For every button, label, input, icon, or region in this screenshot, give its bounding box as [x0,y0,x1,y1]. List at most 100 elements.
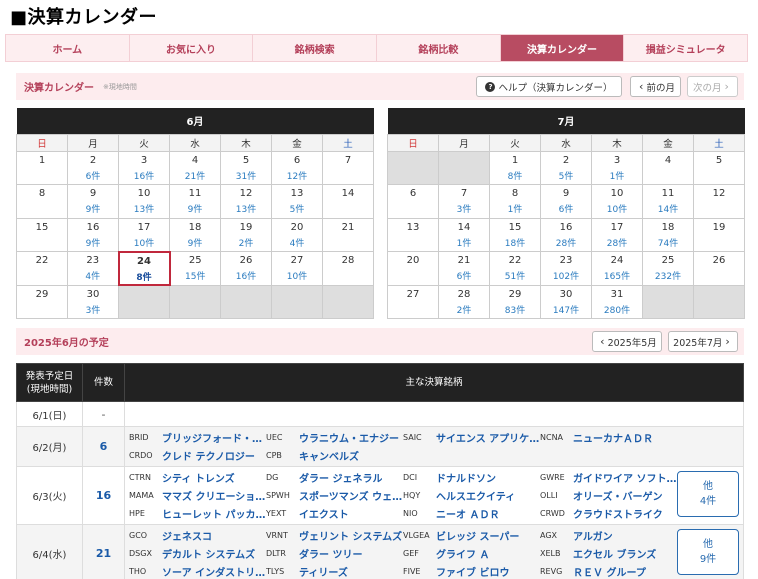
earnings-count-link[interactable]: 1件 [439,236,489,249]
calendar-day-cell[interactable]: 23 102件 [540,251,592,286]
calendar-day-cell[interactable]: 9 6件 [540,184,592,219]
earnings-count-link[interactable]: 13件 [119,202,169,215]
calendar-day-cell[interactable]: 16 9件 [67,217,119,252]
calendar-day-cell[interactable]: 25 15件 [169,251,221,286]
calendar-day-cell[interactable]: 13 5件 [271,184,323,219]
stock-item[interactable]: TLYS ティリーズ [266,564,403,579]
schedule-count[interactable]: 16 [82,466,125,525]
earnings-count-link[interactable]: 15件 [171,269,221,282]
stock-name-link[interactable]: ファイブ ビロウ [436,564,509,579]
earnings-count-link[interactable]: 3件 [68,303,118,316]
prev-schedule-month-button[interactable]: ‹ 2025年5月 [592,331,662,352]
earnings-count-link[interactable]: 147件 [541,303,591,316]
stock-item[interactable]: GEF グライフ Ａ [403,546,540,561]
stock-item[interactable]: MAMA ママズ クリエーションズ [129,488,266,503]
earnings-count-link[interactable]: 5件 [541,169,591,182]
calendar-day-cell[interactable]: 24 165件 [591,251,643,286]
next-month-button[interactable]: 次の月 › [687,76,738,97]
earnings-count-link[interactable]: 10件 [592,202,642,215]
calendar-day-cell[interactable]: 14 1件 [438,217,490,252]
earnings-count-link[interactable]: 16件 [221,269,271,282]
earnings-count-link[interactable]: 28件 [541,236,591,249]
earnings-count-link[interactable]: 1件 [592,169,642,182]
stock-item[interactable]: YEXT イエクスト [266,506,403,521]
stock-name-link[interactable]: オリーズ・バーゲン [573,488,663,503]
earnings-count-link[interactable]: 4件 [272,236,322,249]
calendar-day-cell[interactable]: 3 16件 [118,150,170,185]
earnings-count-link[interactable]: 10件 [119,236,169,249]
earnings-count-link[interactable]: 51件 [490,269,540,282]
stock-item[interactable]: DG ダラー ジェネラル [266,470,403,485]
calendar-day-cell[interactable]: 31 280件 [591,284,643,319]
earnings-count-link[interactable]: 16件 [119,169,169,182]
stock-name-link[interactable]: グライフ Ａ [436,546,489,561]
calendar-day-cell[interactable]: 16 28件 [540,217,592,252]
calendar-day-cell[interactable]: 11 9件 [169,184,221,219]
earnings-count-link[interactable]: 6件 [68,169,118,182]
stock-item[interactable]: REVG ＲＥＶ グループ [540,564,677,579]
calendar-day-cell[interactable]: 7 3件 [438,184,490,219]
earnings-count-link[interactable]: 9件 [170,202,220,215]
stock-item[interactable]: HQY ヘルスエクイティ [403,488,540,503]
calendar-day-cell[interactable]: 30 3件 [67,284,119,319]
nav-item-4[interactable]: 決算カレンダー [500,35,625,61]
stock-name-link[interactable]: ガイドワイア ソフトウェア [573,470,677,485]
nav-item-1[interactable]: お気に入り [130,35,254,61]
stock-name-link[interactable]: ヴェリント システムズ [299,528,402,543]
stock-name-link[interactable]: ヒューレット パッカード [162,506,266,521]
calendar-day-cell[interactable]: 23 4件 [67,251,119,286]
stock-item[interactable]: GCO ジェネスコ [129,528,266,543]
calendar-day-cell[interactable]: 17 28件 [591,217,643,252]
earnings-count-link[interactable]: 102件 [541,269,591,282]
stock-name-link[interactable]: サイエンス アプリケーションズ [436,430,540,445]
earnings-count-link[interactable]: 21件 [170,169,220,182]
stock-name-link[interactable]: ダラー ツリー [299,546,362,561]
earnings-count-link[interactable]: 165件 [592,269,642,282]
stock-name-link[interactable]: エクセル ブランズ [573,546,656,561]
stock-name-link[interactable]: クレド テクノロジー [162,448,255,463]
earnings-count-link[interactable]: 280件 [592,303,642,316]
stock-name-link[interactable]: ジェネスコ [162,528,212,543]
calendar-day-cell[interactable]: 17 10件 [118,217,170,252]
stock-name-link[interactable]: イエクスト [299,506,349,521]
stock-name-link[interactable]: ソーア インダストリーズ [162,564,266,579]
earnings-count-link[interactable]: 9件 [68,236,118,249]
earnings-count-link[interactable]: 4件 [68,269,118,282]
stock-item[interactable]: GWRE ガイドワイア ソフトウェア [540,470,677,485]
earnings-count-link[interactable]: 9件 [170,236,220,249]
stock-item[interactable]: VLGEA ビレッジ スーパー [403,528,540,543]
stock-item[interactable]: OLLI オリーズ・バーゲン [540,488,677,503]
calendar-day-cell[interactable]: 29 83件 [489,284,541,319]
stock-item[interactable]: XELB エクセル ブランズ [540,546,677,561]
earnings-count-link[interactable]: 28件 [592,236,642,249]
nav-item-2[interactable]: 銘柄検索 [253,35,378,61]
stock-item[interactable]: CPB キャンベルズ [266,448,403,463]
stock-name-link[interactable]: ダラー ジェネラル [299,470,382,485]
stock-name-link[interactable]: クラウドストライク [573,506,663,521]
stock-name-link[interactable]: ティリーズ [299,564,348,579]
nav-item-3[interactable]: 銘柄比較 [377,35,501,61]
stock-name-link[interactable]: ママズ クリエーションズ [162,488,266,503]
calendar-day-cell[interactable]: 28 2件 [438,284,490,319]
calendar-day-cell[interactable]: 21 6件 [438,251,490,286]
calendar-day-cell[interactable]: 3 1件 [591,150,643,185]
schedule-count[interactable]: 6 [82,426,125,467]
earnings-count-link[interactable]: 13件 [221,202,271,215]
calendar-day-cell[interactable]: 30 147件 [540,284,592,319]
stock-name-link[interactable]: スポーツマンズ ウェアハウス [299,488,403,503]
calendar-day-cell[interactable]: 12 13件 [220,184,272,219]
prev-month-button[interactable]: ‹ 前の月 [630,76,681,97]
stock-item[interactable]: VRNT ヴェリント システムズ [266,528,403,543]
stock-item[interactable]: DCI ドナルドソン [403,470,540,485]
stock-name-link[interactable]: ウラニウム・エナジー [299,430,399,445]
schedule-count[interactable]: 21 [82,524,125,579]
earnings-count-link[interactable]: 8件 [490,169,540,182]
stock-name-link[interactable]: アルガン [573,528,613,543]
calendar-day-cell[interactable]: 5 31件 [220,150,272,185]
more-stocks-button[interactable]: 他 4件 [677,471,739,517]
earnings-count-link[interactable]: 74件 [643,236,693,249]
calendar-day-cell[interactable]: 2 5件 [540,150,592,185]
next-schedule-month-button[interactable]: 2025年7月 › [668,331,738,352]
stock-item[interactable]: HPE ヒューレット パッカード [129,506,266,521]
earnings-count-link[interactable]: 2件 [439,303,489,316]
